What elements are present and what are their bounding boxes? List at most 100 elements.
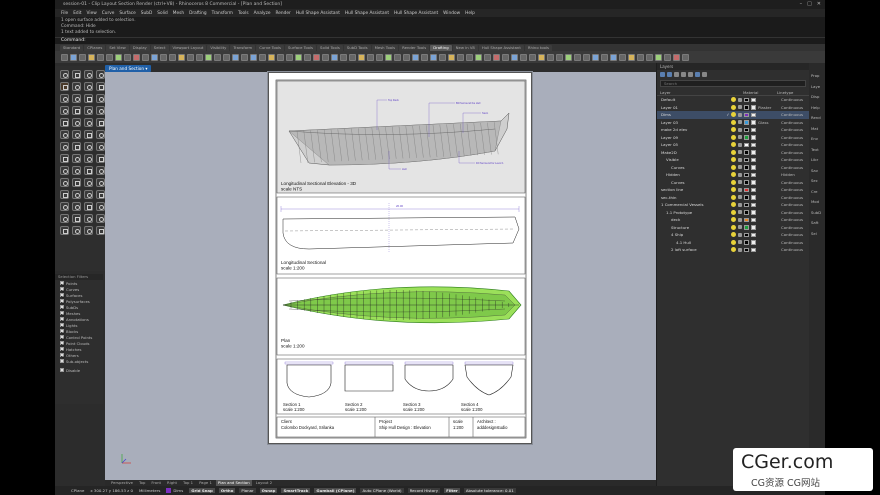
lock-icon[interactable] (738, 172, 742, 177)
tool-icon[interactable] (60, 106, 69, 115)
lock-icon[interactable] (738, 187, 742, 192)
minimize-icon[interactable]: – (800, 1, 803, 7)
toolbar-button-icon[interactable] (502, 53, 509, 61)
toolbar-button-icon[interactable] (115, 53, 122, 61)
tool-icon[interactable] (96, 226, 105, 235)
visibility-bulb-icon[interactable] (731, 149, 736, 155)
tool-icon[interactable] (96, 70, 105, 79)
move-down-icon[interactable] (688, 72, 693, 77)
side-panel-tab[interactable]: Env (809, 136, 825, 147)
side-panel-tab[interactable]: Mod (809, 199, 825, 210)
toolbar-button-icon[interactable] (196, 53, 203, 61)
menu-item[interactable]: Tools (238, 11, 249, 16)
toolbar-button-icon[interactable] (601, 53, 608, 61)
material-swatch[interactable] (751, 105, 756, 110)
layer-color-swatch[interactable] (744, 195, 749, 200)
lock-icon[interactable] (738, 247, 742, 252)
menu-item[interactable]: View (87, 11, 97, 16)
visibility-bulb-icon[interactable] (731, 119, 736, 125)
checkbox[interactable] (60, 311, 64, 315)
layer-color-swatch[interactable] (744, 157, 749, 162)
toolbar-button-icon[interactable] (637, 53, 644, 61)
visibility-bulb-icon[interactable] (731, 194, 736, 200)
layer-linetype[interactable]: Continuous (781, 141, 809, 149)
menu-item[interactable]: Drafting (189, 11, 206, 16)
material-swatch[interactable] (751, 172, 756, 177)
tool-icon[interactable] (72, 106, 81, 115)
selection-filter-sub-objects[interactable]: Sub-objects (55, 358, 103, 364)
visibility-bulb-icon[interactable] (731, 202, 736, 208)
side-panel-tab[interactable]: Prop (809, 73, 825, 84)
toolbar-button-icon[interactable] (475, 53, 482, 61)
toolbar-button-icon[interactable] (106, 53, 113, 61)
tool-icon[interactable] (84, 70, 93, 79)
checkbox[interactable] (60, 329, 64, 333)
lock-icon[interactable] (738, 135, 742, 140)
status-toggle[interactable]: Grid Snap (189, 488, 215, 493)
menu-item[interactable]: Transform (212, 11, 233, 16)
visibility-bulb-icon[interactable] (731, 157, 736, 163)
layer-linetype[interactable]: Continuous (781, 231, 809, 239)
command-input[interactable]: Command: (55, 37, 825, 44)
material-swatch[interactable] (751, 247, 756, 252)
visibility-bulb-icon[interactable] (731, 179, 736, 185)
toolbar-button-icon[interactable] (682, 53, 689, 61)
toolbar-button-icon[interactable] (205, 53, 212, 61)
material-swatch[interactable] (751, 127, 756, 132)
toolbar-button-icon[interactable] (304, 53, 311, 61)
material-swatch[interactable] (751, 135, 756, 140)
layer-row[interactable]: Make2D Continuous (657, 149, 809, 157)
menu-item[interactable]: Hull Shape Assistant (296, 11, 340, 16)
toolbar-button-icon[interactable] (268, 53, 275, 61)
lock-icon[interactable] (738, 112, 742, 117)
toolbar-button-icon[interactable] (376, 53, 383, 61)
tool-icon[interactable] (84, 190, 93, 199)
toolbar-button-icon[interactable] (79, 53, 86, 61)
menu-item[interactable]: Window (443, 11, 460, 16)
toolbar-button-icon[interactable] (538, 53, 545, 61)
tool-icon[interactable] (84, 82, 93, 91)
layer-color-swatch[interactable] (744, 240, 749, 245)
col-linetype[interactable]: Linetype (777, 89, 807, 95)
toolbar-button-icon[interactable] (385, 53, 392, 61)
layer-row[interactable]: Hidden Hidden (657, 171, 809, 179)
tool-icon[interactable] (60, 82, 69, 91)
checkbox[interactable] (60, 359, 64, 363)
toolbar-button-icon[interactable] (547, 53, 554, 61)
material-swatch[interactable] (751, 180, 756, 185)
toolbar-button-icon[interactable] (232, 53, 239, 61)
layer-row[interactable]: sec-thin Continuous (657, 194, 809, 202)
layer-row[interactable]: Layer 03 Glass Continuous (657, 119, 809, 127)
toolbar-button-icon[interactable] (250, 53, 257, 61)
tool-icon[interactable] (72, 190, 81, 199)
layer-linetype[interactable]: Continuous (781, 126, 809, 134)
layer-color-swatch[interactable] (744, 105, 749, 110)
side-panel-tab[interactable]: Rend (809, 115, 825, 126)
toolbar-button-icon[interactable] (421, 53, 428, 61)
toolbar-button-icon[interactable] (655, 53, 662, 61)
toolbar-button-icon[interactable] (556, 53, 563, 61)
tool-icon[interactable] (96, 178, 105, 187)
toolbar-button-icon[interactable] (394, 53, 401, 61)
tool-icon[interactable] (96, 94, 105, 103)
layer-row[interactable]: Default Continuous (657, 96, 809, 104)
menu-item[interactable]: Help (465, 11, 475, 16)
status-toggle[interactable]: SmartTrack (281, 488, 311, 493)
toolbar-button-icon[interactable] (520, 53, 527, 61)
toolbar-button-icon[interactable] (322, 53, 329, 61)
toolbar-button-icon[interactable] (412, 53, 419, 61)
tool-icon[interactable] (84, 130, 93, 139)
visibility-bulb-icon[interactable] (731, 224, 736, 230)
toolbar-button-icon[interactable] (448, 53, 455, 61)
material-swatch[interactable] (751, 165, 756, 170)
material-swatch[interactable] (751, 240, 756, 245)
tool-icon[interactable] (72, 226, 81, 235)
layer-linetype[interactable]: Continuous (781, 119, 809, 127)
material-swatch[interactable] (751, 142, 756, 147)
layer-row[interactable]: Curves Continuous (657, 179, 809, 187)
menu-item[interactable]: File (61, 11, 68, 16)
toolbar-button-icon[interactable] (457, 53, 464, 61)
status-cplane[interactable]: CPlane (71, 488, 84, 493)
toolbar-button-icon[interactable] (628, 53, 635, 61)
toolbar-button-icon[interactable] (583, 53, 590, 61)
